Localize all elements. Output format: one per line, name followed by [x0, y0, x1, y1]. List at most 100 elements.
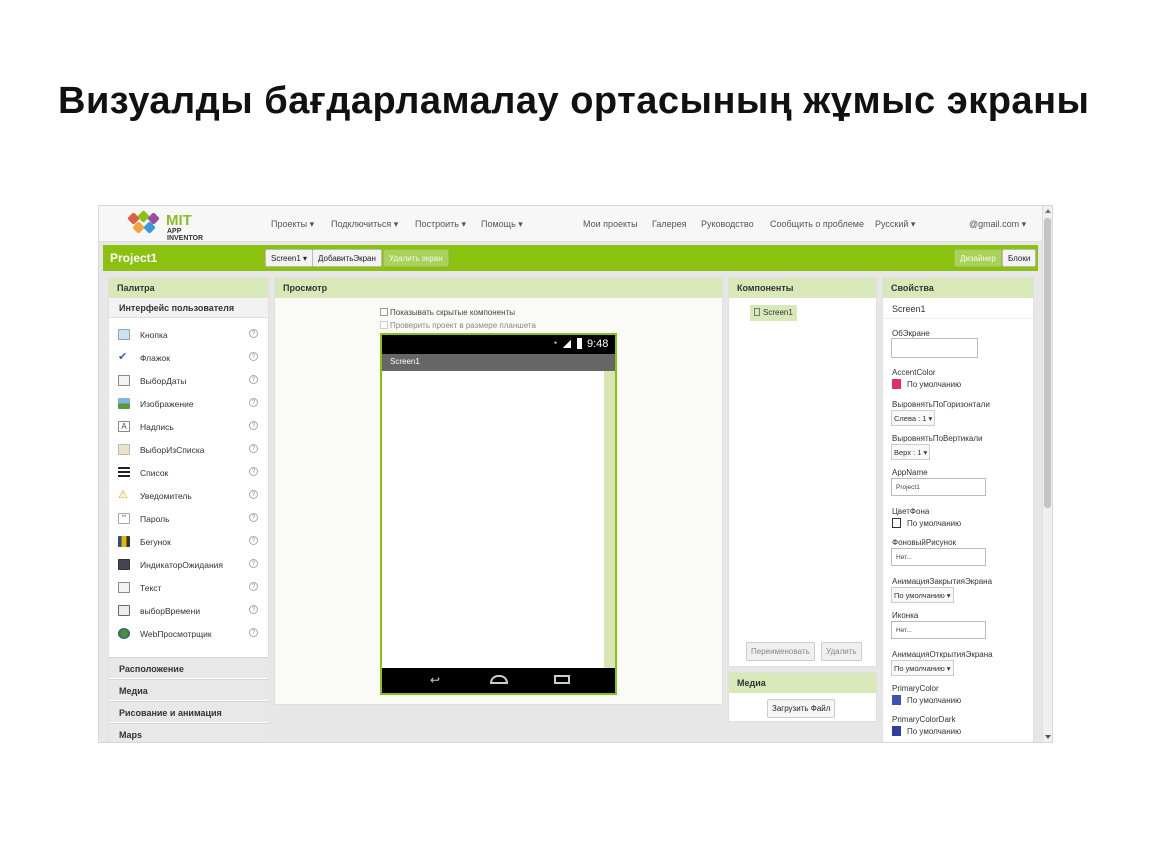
page-scrollbar[interactable] — [1042, 206, 1052, 742]
prop-primary-dark-value[interactable]: По умолчанию — [907, 727, 961, 736]
link-guide[interactable]: Руководство — [701, 219, 754, 229]
scroll-up-arrow-icon[interactable] — [1045, 209, 1051, 213]
project-name: Project1 — [110, 251, 158, 265]
prop-halign-label: ВыровнятьПоГоризонтали — [892, 400, 990, 409]
palette-item-textbox[interactable]: Текст? — [109, 578, 265, 598]
palette-item-spinner[interactable]: ИндикаторОжидания? — [109, 555, 265, 575]
rename-component-button[interactable]: Переименовать — [746, 642, 815, 661]
designer-button[interactable]: Дизайнер — [954, 249, 1002, 267]
prop-bgcolor-value[interactable]: По умолчанию — [907, 519, 961, 528]
home-icon[interactable] — [490, 675, 508, 684]
palette-item-notifier[interactable]: ⚠ Уведомитель? — [109, 486, 265, 506]
palette-group-user-interface[interactable]: Интерфейс пользователя — [109, 298, 268, 318]
bgcolor-swatch[interactable] — [892, 518, 901, 528]
scroll-down-arrow-icon[interactable] — [1045, 735, 1051, 739]
palette-item-button[interactable]: Кнопка? — [109, 325, 265, 345]
back-icon[interactable]: ↩ — [430, 673, 440, 687]
palette-category-drawing[interactable]: Рисование и анимация — [109, 701, 269, 722]
prop-valign-select[interactable]: Верх : 1 ▾ — [891, 444, 931, 460]
battery-icon — [577, 338, 582, 349]
label-icon: A — [118, 421, 130, 432]
prop-bgimage-input[interactable]: Нет... — [891, 548, 986, 566]
palette-category-layout[interactable]: Расположение — [109, 657, 269, 678]
top-navigation: MIT APP INVENTOR Проекты ▾ Подключиться … — [99, 206, 1042, 242]
scroll-thumb[interactable] — [1044, 218, 1051, 508]
warning-icon: ⚠ — [118, 489, 128, 501]
palette-item-label: Бегунок — [140, 537, 171, 547]
prop-appname-input[interactable]: Project1 — [891, 478, 986, 496]
viewer-panel: Просмотр Показывать скрытые компоненты П… — [274, 277, 723, 705]
palette-item-listpicker[interactable]: ВыборИзСписка? — [109, 440, 265, 460]
upload-file-button[interactable]: Загрузить Файл — [767, 699, 836, 718]
prop-halign-select[interactable]: Слева : 1 ▾ — [891, 410, 936, 426]
palette-item-timepicker[interactable]: выборВремени? — [109, 601, 265, 621]
palette-item-label: Уведомитель — [140, 491, 192, 501]
menu-connect[interactable]: Подключиться ▾ — [331, 219, 398, 230]
screen-select[interactable]: Screen1 ▾ — [265, 249, 314, 267]
tablet-preview-checkbox[interactable] — [380, 321, 388, 329]
wifi-icon: ◔ — [552, 338, 558, 348]
prop-accent-value[interactable]: По умолчанию — [907, 380, 961, 389]
palette-item-listview[interactable]: Список? — [109, 463, 265, 483]
help-icon[interactable]: ? — [249, 605, 258, 614]
button-icon — [118, 329, 130, 340]
link-gallery[interactable]: Галерея — [652, 219, 687, 229]
app-inventor-screenshot: MIT APP INVENTOR Проекты ▾ Подключиться … — [98, 205, 1053, 743]
phone-screen-title: Screen1 — [390, 357, 420, 366]
prop-about-textarea[interactable] — [891, 338, 978, 358]
help-icon[interactable]: ? — [249, 398, 258, 407]
component-tree-item-screen1[interactable]: Screen1 — [750, 305, 797, 321]
help-icon[interactable]: ? — [249, 329, 258, 338]
components-panel: Компоненты Screen1 Переименовать Удалить — [728, 277, 877, 667]
palette-item-image[interactable]: Изображение? — [109, 394, 265, 414]
link-my-projects[interactable]: Мои проекты — [583, 219, 638, 229]
delete-component-button[interactable]: Удалить — [821, 642, 862, 661]
primary-color-swatch[interactable] — [892, 695, 901, 705]
help-icon[interactable]: ? — [249, 467, 258, 476]
prop-open-anim-select[interactable]: По умолчанию ▾ — [891, 660, 954, 676]
prop-close-anim-select[interactable]: По умолчанию ▾ — [891, 587, 954, 603]
help-icon[interactable]: ? — [249, 582, 258, 591]
language-menu[interactable]: Русский ▾ — [875, 219, 915, 230]
palette-item-label: Флажок — [140, 353, 170, 363]
tablet-preview-option[interactable]: Проверить проект в размере планшета — [380, 321, 536, 330]
prop-icon-input[interactable]: Нет... — [891, 621, 986, 639]
help-icon[interactable]: ? — [249, 513, 258, 522]
recent-apps-icon[interactable] — [554, 675, 570, 684]
blocks-button[interactable]: Блоки — [1002, 249, 1037, 267]
palette-item-label-component[interactable]: A Надпись? — [109, 417, 265, 437]
screen-component-icon — [754, 308, 760, 316]
palette-item-label: Кнопка — [140, 330, 168, 340]
palette-item-webviewer[interactable]: WebПросмотрщик? — [109, 624, 265, 644]
remove-screen-button[interactable]: Удалить экран — [383, 249, 449, 267]
menu-help[interactable]: Помощь ▾ — [481, 219, 523, 230]
palette-item-label: ИндикаторОжидания — [140, 560, 223, 570]
show-hidden-option[interactable]: Показывать скрытые компоненты — [380, 308, 515, 317]
help-icon[interactable]: ? — [249, 628, 258, 637]
palette-category-media[interactable]: Медиа — [109, 679, 269, 700]
mit-logo[interactable]: MIT APP INVENTOR — [123, 210, 215, 242]
palette-item-checkbox[interactable]: ✔ Флажок? — [109, 348, 265, 368]
components-header: Компоненты — [729, 278, 876, 298]
palette-item-slider[interactable]: Бегунок? — [109, 532, 265, 552]
help-icon[interactable]: ? — [249, 559, 258, 568]
link-report-issue[interactable]: Сообщить о проблеме — [770, 219, 864, 229]
help-icon[interactable]: ? — [249, 444, 258, 453]
help-icon[interactable]: ? — [249, 352, 258, 361]
add-screen-button[interactable]: ДобавитьЭкран — [312, 249, 382, 267]
palette-item-datepicker[interactable]: ВыборДаты? — [109, 371, 265, 391]
help-icon[interactable]: ? — [249, 375, 258, 384]
menu-build[interactable]: Построить ▾ — [415, 219, 466, 230]
show-hidden-checkbox[interactable] — [380, 308, 388, 316]
help-icon[interactable]: ? — [249, 536, 258, 545]
prop-primary-value[interactable]: По умолчанию — [907, 696, 961, 705]
help-icon[interactable]: ? — [249, 421, 258, 430]
palette-item-password[interactable]: ** Пароль? — [109, 509, 265, 529]
palette-category-maps[interactable]: Maps — [109, 723, 269, 742]
palette-item-label: ВыборИзСписка — [140, 445, 205, 455]
accent-color-swatch[interactable] — [892, 379, 901, 389]
account-menu[interactable]: @gmail.com ▾ — [969, 219, 1026, 230]
menu-projects[interactable]: Проекты ▾ — [271, 219, 314, 230]
help-icon[interactable]: ? — [249, 490, 258, 499]
primary-dark-color-swatch[interactable] — [892, 726, 901, 736]
